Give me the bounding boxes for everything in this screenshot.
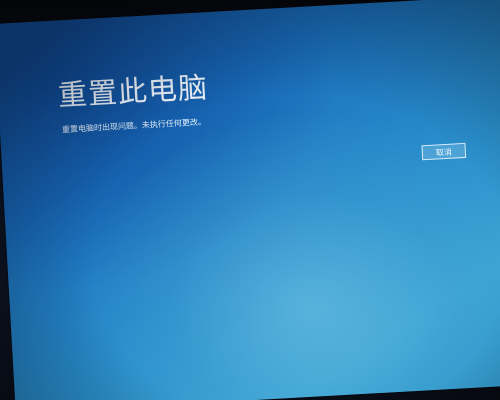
error-message: 重置电脑时出现问题。未执行任何更改。 xyxy=(61,117,207,135)
reset-pc-screen: 重置此电脑 重置电脑时出现问题。未执行任何更改。 取消 xyxy=(0,0,500,400)
photo-of-laptop-screen: 重置此电脑 重置电脑时出现问题。未执行任何更改。 取消 xyxy=(0,0,500,400)
page-title: 重置此电脑 xyxy=(57,70,209,113)
cancel-button[interactable]: 取消 xyxy=(421,142,467,161)
